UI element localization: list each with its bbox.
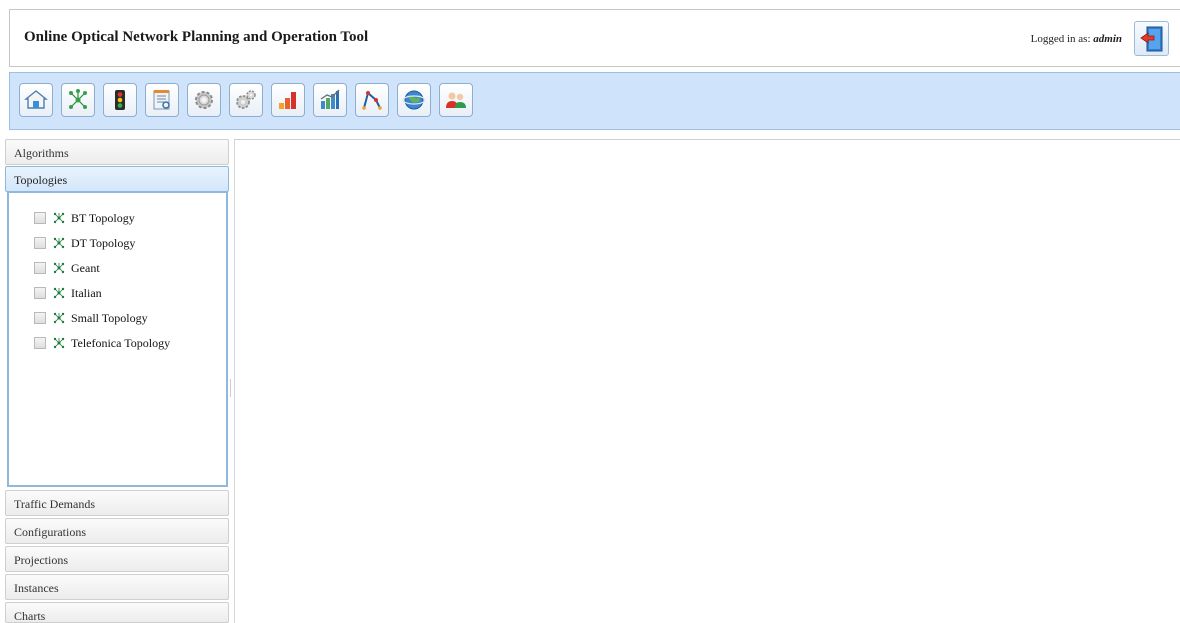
accordion-algorithms[interactable]: Algorithms — [5, 139, 229, 165]
main-content-area — [234, 139, 1180, 623]
topology-label[interactable]: Geant — [71, 261, 100, 276]
topology-item[interactable]: Italian — [34, 284, 102, 302]
left-accordion: Algorithms Topologies BT Topology DT Top… — [5, 139, 230, 623]
topology-item[interactable]: Small Topology — [34, 309, 148, 327]
app-title: Online Optical Network Planning and Oper… — [24, 29, 369, 45]
topology-icon — [53, 337, 65, 349]
topology-icon — [69, 89, 87, 109]
topology-label[interactable]: Telefonica Topology — [71, 336, 170, 351]
statistics-button[interactable] — [313, 83, 347, 117]
traffic-button[interactable] — [103, 83, 137, 117]
topology-item[interactable]: Geant — [34, 259, 100, 277]
traffic-light-icon — [115, 90, 125, 110]
login-info: Logged in as: admin — [1031, 33, 1122, 45]
topology-label[interactable]: BT Topology — [71, 211, 135, 226]
network-button[interactable] — [397, 83, 431, 117]
users-icon — [446, 92, 466, 108]
accordion-traffic-demands[interactable]: Traffic Demands — [5, 490, 229, 516]
path-icon — [362, 91, 382, 110]
settings-button[interactable] — [187, 83, 221, 117]
accordion-configurations[interactable]: Configurations — [5, 518, 229, 544]
topology-icon — [53, 237, 65, 249]
topology-checkbox[interactable] — [34, 312, 46, 324]
topology-icon — [53, 287, 65, 299]
topology-label[interactable]: Italian — [71, 286, 102, 301]
topology-checkbox[interactable] — [34, 262, 46, 274]
users-button[interactable] — [439, 83, 473, 117]
topology-checkbox[interactable] — [34, 287, 46, 299]
accordion-topologies[interactable]: Topologies — [5, 166, 229, 192]
main-toolbar — [9, 72, 1180, 130]
path-button[interactable] — [355, 83, 389, 117]
document-icon — [153, 90, 170, 110]
report-button[interactable] — [145, 83, 179, 117]
topology-item[interactable]: DT Topology — [34, 234, 135, 252]
topologies-panel: BT Topology DT Topology Geant Italian Sm… — [7, 191, 228, 487]
topology-label[interactable]: Small Topology — [71, 311, 148, 326]
topology-checkbox[interactable] — [34, 337, 46, 349]
panel-splitter[interactable] — [230, 379, 232, 397]
configuration-button[interactable] — [229, 83, 263, 117]
app-header: Online Optical Network Planning and Oper… — [9, 9, 1180, 67]
topology-button[interactable] — [61, 83, 95, 117]
statistics-icon — [320, 89, 340, 109]
username: admin — [1093, 33, 1122, 45]
gear-icon — [195, 91, 213, 109]
home-icon — [24, 90, 48, 109]
topology-icon — [53, 262, 65, 274]
login-prefix: Logged in as: — [1030, 33, 1091, 45]
topology-item[interactable]: BT Topology — [34, 209, 135, 227]
topology-icon — [53, 312, 65, 324]
topology-item[interactable]: Telefonica Topology — [34, 334, 170, 352]
accordion-projections[interactable]: Projections — [5, 546, 229, 572]
accordion-instances[interactable]: Instances — [5, 574, 229, 600]
gears-icon — [236, 90, 256, 109]
logout-button[interactable] — [1134, 21, 1169, 56]
topology-label[interactable]: DT Topology — [71, 236, 135, 251]
bar-chart-icon — [279, 92, 296, 109]
home-button[interactable] — [19, 83, 53, 117]
topology-checkbox[interactable] — [34, 237, 46, 249]
topology-icon — [53, 212, 65, 224]
topology-checkbox[interactable] — [34, 212, 46, 224]
accordion-charts[interactable]: Charts — [5, 602, 229, 623]
logout-door-icon — [1139, 26, 1162, 51]
results-button[interactable] — [271, 83, 305, 117]
globe-icon — [402, 90, 426, 110]
